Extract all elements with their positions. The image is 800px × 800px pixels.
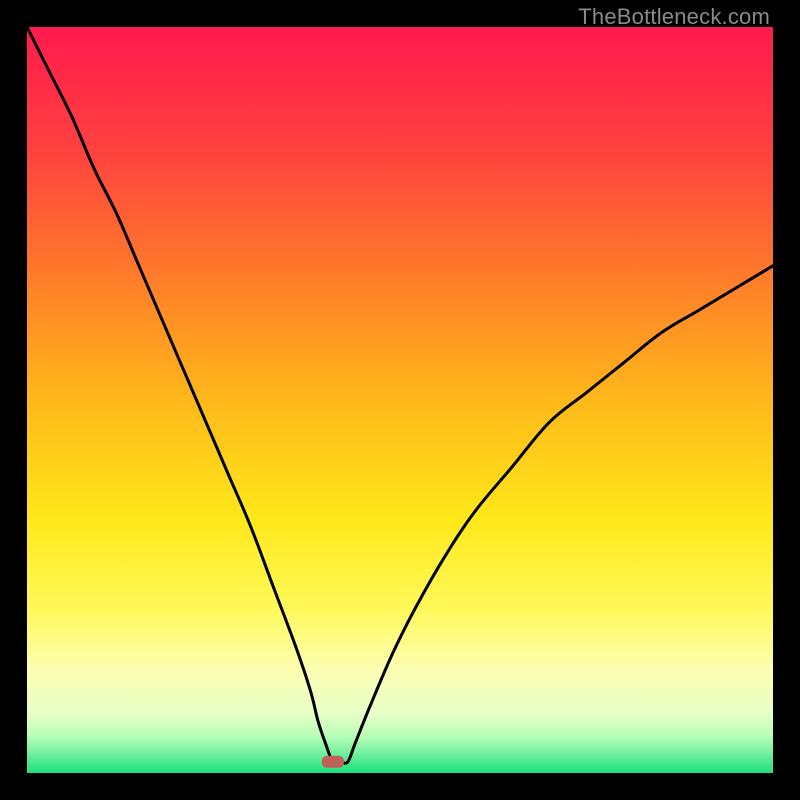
optimal-point-marker — [322, 756, 344, 768]
bottleneck-chart — [27, 27, 773, 773]
gradient-background — [27, 27, 773, 773]
chart-frame — [27, 27, 773, 773]
